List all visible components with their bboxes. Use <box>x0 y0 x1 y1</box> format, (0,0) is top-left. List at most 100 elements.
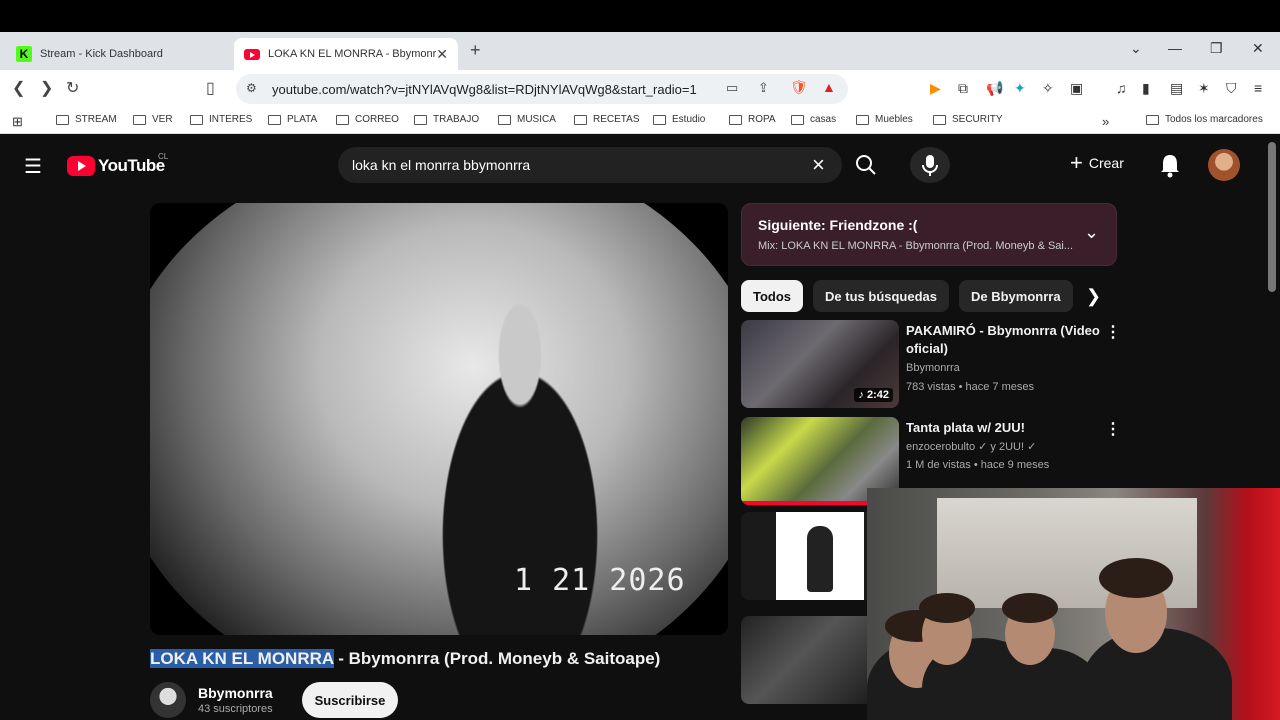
bookmark-folder-interes[interactable]: INTERES <box>190 114 252 125</box>
bookmark-folder-plata[interactable]: PLATA <box>268 114 317 125</box>
video-thumbnail[interactable]: ♪ 2:42 <box>741 320 899 408</box>
bookmark-folder-trabajo[interactable]: TRABAJO <box>414 114 479 125</box>
more-bookmarks-icon[interactable]: » <box>1102 114 1109 129</box>
close-tab-icon[interactable]: ✕ <box>436 46 448 63</box>
menu-icon[interactable]: ≡ <box>1254 80 1262 96</box>
channel-info: Bbymonrra 43 suscriptores <box>150 682 273 718</box>
all-bookmarks-folder[interactable]: Todos los marcadores <box>1146 114 1263 125</box>
leo-icon[interactable]: ✶ <box>1198 80 1210 97</box>
tab-kick-dashboard[interactable]: K Stream - Kick Dashboard <box>6 38 232 70</box>
new-tab-icon[interactable]: + <box>470 40 481 61</box>
bookmark-folder-casas[interactable]: casas <box>791 114 836 125</box>
more-options-icon[interactable]: ⋮ <box>1105 322 1121 342</box>
recommendation-channel[interactable]: Bbymonrra <box>906 362 960 374</box>
bookmark-folder-recetas[interactable]: RECETAS <box>574 114 640 125</box>
youtube-wordmark: YouTube <box>98 156 165 175</box>
video-timestamp-overlay: 1 21 2026 <box>514 563 686 598</box>
webcam-hair <box>1002 593 1058 623</box>
tab-title: Stream - Kick Dashboard <box>40 48 163 60</box>
close-window-icon[interactable]: ✕ <box>1252 40 1264 57</box>
chip-todos[interactable]: Todos <box>741 280 804 312</box>
reload-icon[interactable]: ↻ <box>66 78 79 98</box>
youtube-page: ☰ YouTube CL loka kn el monrra bbymonrra… <box>0 134 1280 720</box>
music-icon[interactable]: ♫ <box>1116 80 1127 96</box>
bookmark-folder-ropa[interactable]: ROPA <box>729 114 776 125</box>
bookmark-folder-musica[interactable]: MUSICA <box>498 114 556 125</box>
tab-youtube[interactable]: LOKA KN EL MONRRA - Bbymonrra ✕ <box>234 38 458 70</box>
search-input[interactable]: loka kn el monrra bbymonrra <box>352 157 530 173</box>
window-icon[interactable]: ▣ <box>1070 80 1083 97</box>
search-box[interactable]: loka kn el monrra bbymonrra × <box>338 147 842 183</box>
channel-avatar[interactable] <box>150 682 186 718</box>
megaphone-icon[interactable]: 📢 <box>986 80 1003 97</box>
youtube-logo[interactable]: YouTube <box>67 156 165 176</box>
extension-icon[interactable]: ⧉ <box>958 80 968 97</box>
vpn-icon[interactable]: ⛉ <box>1226 80 1237 97</box>
bookmark-folder-stream[interactable]: STREAM <box>56 114 117 125</box>
bookmark-icon[interactable]: ▯ <box>206 78 215 98</box>
bookmark-folder-estudio[interactable]: Estudio <box>653 114 705 125</box>
plus-icon: + <box>1070 150 1083 175</box>
list-item[interactable]: ♪ 2:42 PAKAMIRÓ - Bbymonrra (Video ofici… <box>741 320 1121 410</box>
recommendation-channel[interactable]: enzocerobulto ✓ y 2UU! ✓ <box>906 440 1036 453</box>
minimize-icon[interactable]: — <box>1168 40 1182 56</box>
webcam-overlay <box>867 488 1280 720</box>
address-bar: ❮ ❯ ↻ ▯ ⚙ youtube.com/watch?v=jtNYlAVqWg… <box>0 70 1280 108</box>
restore-icon[interactable]: ❐ <box>1210 40 1223 57</box>
puzzle-icon[interactable]: ✧ <box>1042 80 1054 97</box>
translate-icon[interactable]: ✦ <box>1014 80 1026 97</box>
bookmarks-bar: ⊞ STREAM VER INTERES PLATA CORREO TRABAJ… <box>0 108 1280 134</box>
media-play-icon[interactable]: ▶ <box>930 80 941 97</box>
chip-de-bbymonrra[interactable]: De Bbymonrra <box>959 280 1073 312</box>
mix-playlist-panel[interactable]: Siguiente: Friendzone :( Mix: LOKA KN EL… <box>741 203 1117 266</box>
more-options-icon[interactable]: ⋮ <box>1105 419 1121 439</box>
microphone-icon <box>922 155 938 176</box>
thumbnail-figure <box>807 526 833 592</box>
chevron-right-icon[interactable]: ❯ <box>1086 286 1101 307</box>
back-icon[interactable]: ❮ <box>12 78 25 98</box>
wallet-icon[interactable]: ▤ <box>1170 80 1183 97</box>
forward-icon[interactable]: ❯ <box>40 78 53 98</box>
bookmark-folder-correo[interactable]: CORREO <box>336 114 399 125</box>
search-icon <box>856 155 876 175</box>
avatar[interactable] <box>1208 149 1240 181</box>
webcam-hair <box>1099 558 1173 598</box>
duration-badge: ♪ 2:42 <box>854 388 893 402</box>
filter-chips: Todos De tus búsquedas De Bbymonrra <box>741 280 1073 312</box>
share-icon[interactable]: ⇪ <box>758 80 769 96</box>
video-title-rest: - Bbymonrra (Prod. Moneyb & Saitoape) <box>333 649 661 668</box>
clear-search-icon[interactable]: × <box>812 152 825 178</box>
video-title-selected-text[interactable]: LOKA KN EL MONRRA <box>150 649 334 668</box>
site-info-icon[interactable]: ⚙ <box>246 81 257 95</box>
video-player[interactable]: 1 21 2026 <box>150 203 728 635</box>
sidebar-icon[interactable]: ▮ <box>1142 80 1150 97</box>
cast-icon[interactable]: ▭ <box>726 80 738 96</box>
create-button[interactable]: + Crear <box>1070 150 1124 175</box>
search-button[interactable] <box>846 147 886 183</box>
chip-de-tus-busquedas[interactable]: De tus búsquedas <box>813 280 949 312</box>
video-title: LOKA KN EL MONRRA - Bbymonrra (Prod. Mon… <box>150 649 660 669</box>
recommendation-title[interactable]: Tanta plata w/ 2UU! <box>906 419 1101 437</box>
subscribe-button[interactable]: Suscribirse <box>302 682 398 718</box>
chevron-down-icon[interactable]: ⌄ <box>1084 222 1099 243</box>
brave-rewards-icon[interactable]: ▲ <box>822 79 836 95</box>
url-text[interactable]: youtube.com/watch?v=jtNYlAVqWg8&list=RDj… <box>272 82 697 97</box>
scrollbar[interactable] <box>1268 142 1276 292</box>
bookmark-folder-muebles[interactable]: Muebles <box>856 114 913 125</box>
recommendation-title[interactable]: PAKAMIRÓ - Bbymonrra (Video oficial) <box>906 322 1101 358</box>
channel-name[interactable]: Bbymonrra <box>198 685 273 701</box>
recommendation-meta: 1 M de vistas • hace 9 meses <box>906 459 1050 471</box>
subscriber-count: 43 suscriptores <box>198 703 273 715</box>
voice-search-button[interactable] <box>910 147 950 183</box>
omnibox[interactable]: ⚙ youtube.com/watch?v=jtNYlAVqWg8&list=R… <box>236 74 848 104</box>
country-code: CL <box>158 152 169 161</box>
bookmark-folder-ver[interactable]: VER <box>133 114 173 125</box>
next-video-label: Siguiente: Friendzone :( <box>758 217 918 233</box>
bookmark-folder-security[interactable]: SECURITY <box>933 114 1003 125</box>
brave-shield-icon[interactable]: 🛡 <box>790 79 808 96</box>
hamburger-menu-icon[interactable]: ☰ <box>24 154 42 179</box>
notifications-button[interactable] <box>1158 152 1182 183</box>
apps-icon[interactable]: ⊞ <box>12 114 23 130</box>
tab-search-chevron-icon[interactable]: ⌄ <box>1130 40 1142 57</box>
kick-icon: K <box>16 46 32 62</box>
